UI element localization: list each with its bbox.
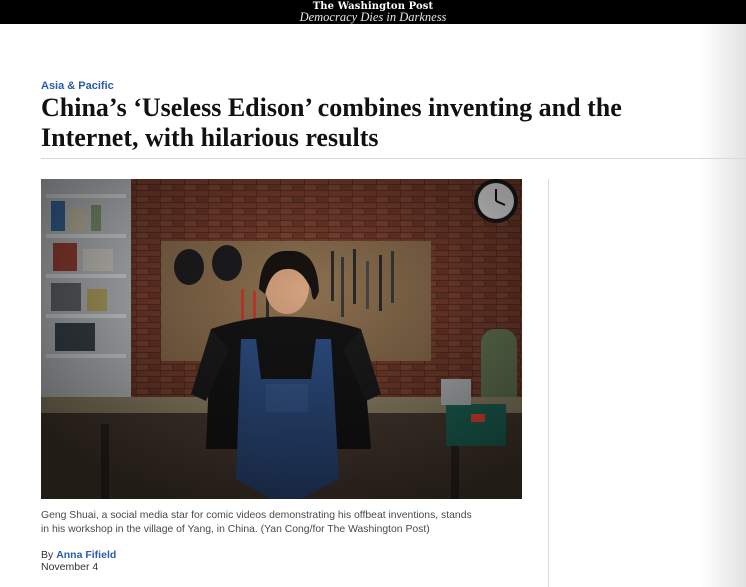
site-tagline: Democracy Dies in Darkness xyxy=(299,10,447,24)
section-link[interactable]: Asia & Pacific xyxy=(41,80,114,92)
headline-line-2: Internet, with hilarious results xyxy=(41,123,379,152)
publish-date: November 4 xyxy=(41,561,99,573)
headline-line-1: China’s ‘Useless Edison’ combines invent… xyxy=(41,93,622,122)
sidebar-divider xyxy=(548,179,549,587)
photo-caption: Geng Shuai, a social media star for comi… xyxy=(41,509,526,537)
workshop-photo-illustration xyxy=(41,179,522,499)
lead-photo[interactable] xyxy=(41,179,522,499)
top-banner: The Washington Post Democracy Dies in Da… xyxy=(0,0,746,24)
page-edge-shadow xyxy=(700,24,746,587)
article-headline: China’s ‘Useless Edison’ combines invent… xyxy=(41,93,701,153)
caption-line-2: in his workshop in the village of Yang, … xyxy=(41,524,430,535)
byline-prefix: By xyxy=(41,549,54,561)
headline-divider xyxy=(41,158,746,159)
caption-line-1: Geng Shuai, a social media star for comi… xyxy=(41,510,472,521)
author-link[interactable]: Anna Fifield xyxy=(56,549,116,561)
